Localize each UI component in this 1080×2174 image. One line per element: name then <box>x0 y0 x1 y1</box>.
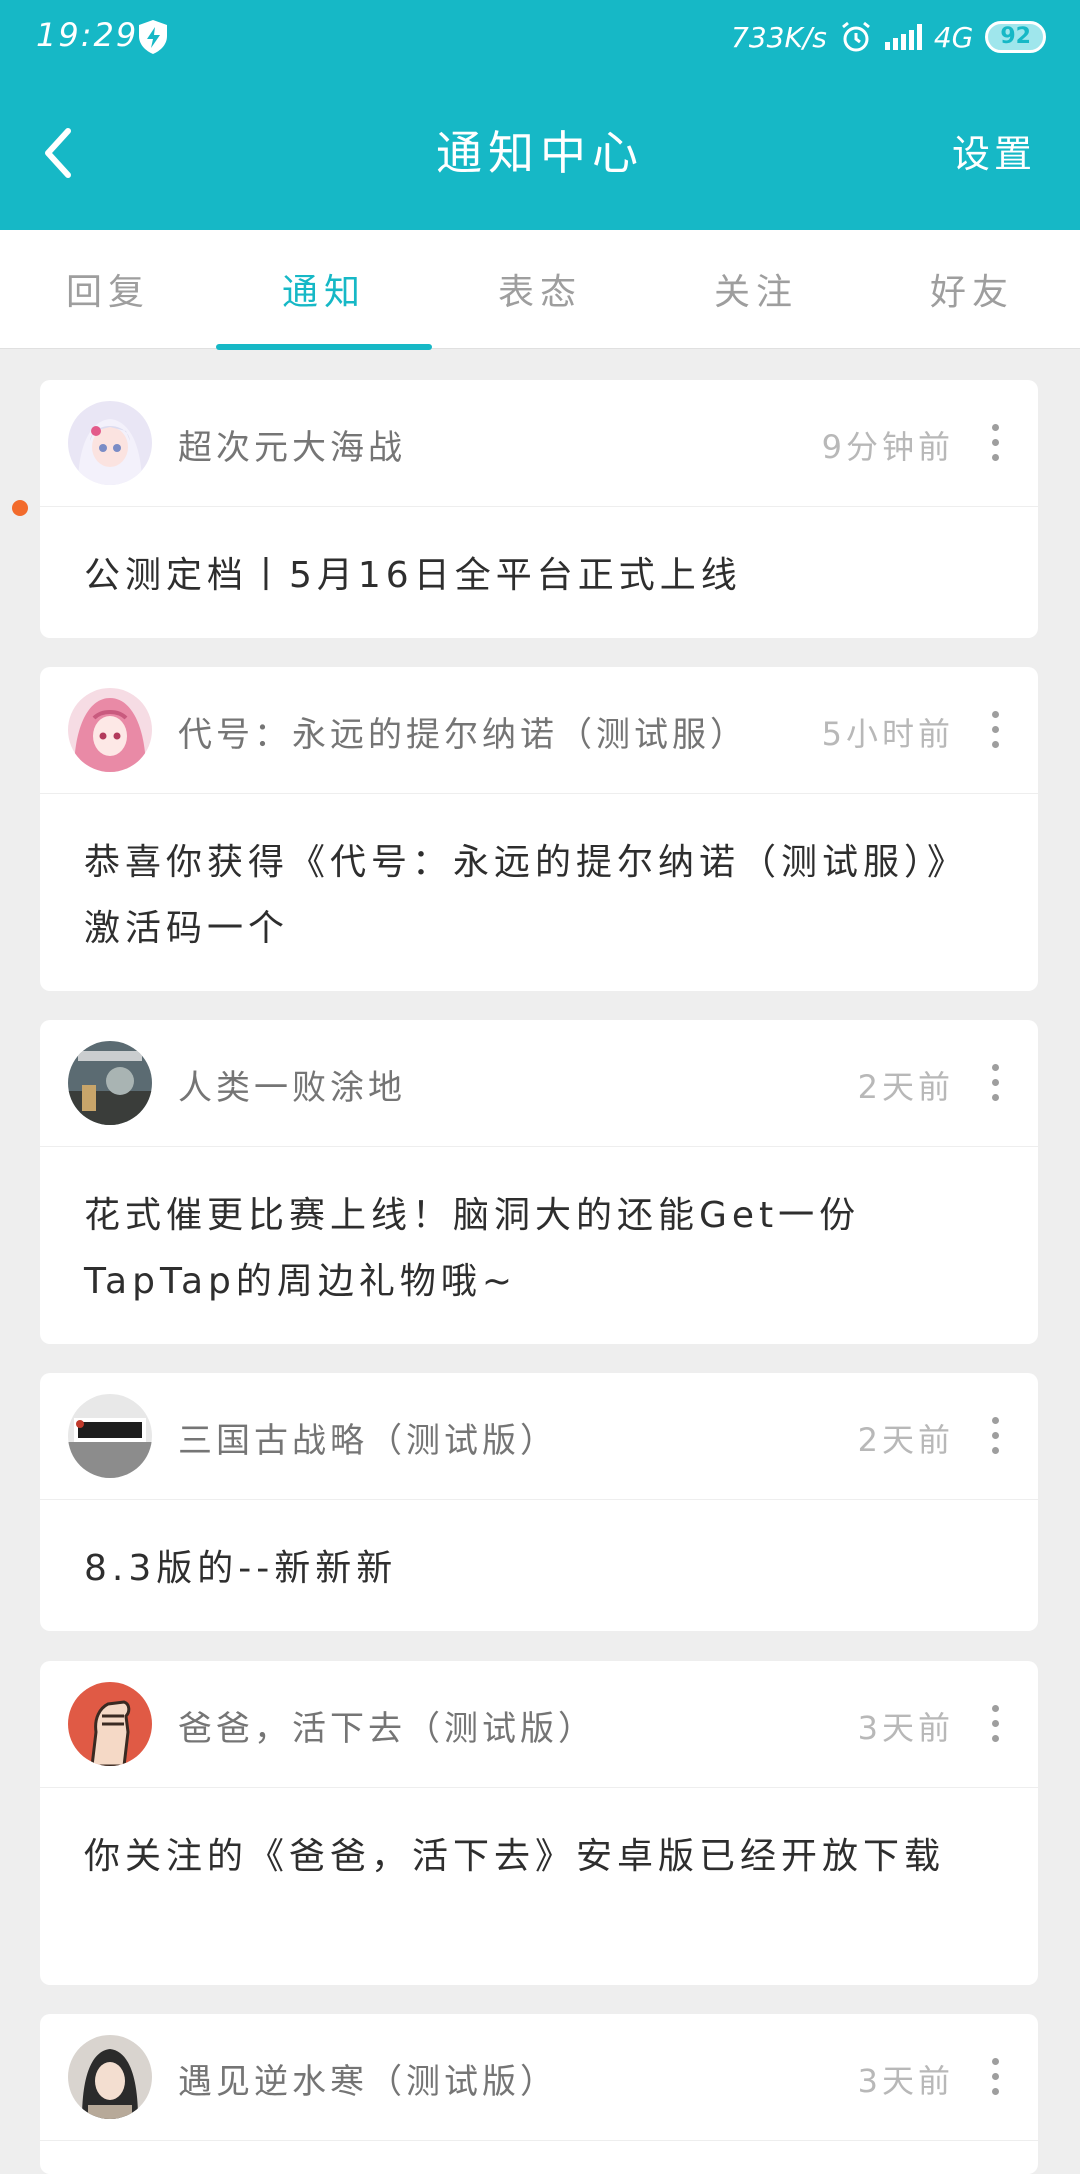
notification-time: 3天前 <box>857 1709 954 1747</box>
notification-body: 8.3版的--新新新 <box>84 1548 398 1589</box>
tab-replies[interactable]: 回复 <box>0 230 216 348</box>
game-avatar[interactable] <box>68 401 152 485</box>
security-shield-icon <box>139 20 167 54</box>
game-name: 人类一败涂地 <box>178 1068 406 1108</box>
game-name: 超次元大海战 <box>178 428 406 468</box>
notification-card[interactable]: 爸爸，活下去（测试版） 3天前 你关注的《爸爸，活下去》安卓版已经开放下载 <box>40 1661 1038 1985</box>
notification-card[interactable]: 遇见逆水寒（测试版） 3天前 <box>40 2014 1038 2174</box>
notification-time: 9分钟前 <box>821 428 954 466</box>
more-options-icon[interactable] <box>990 1064 1000 1104</box>
notification-card[interactable]: 人类一败涂地 2天前 花式催更比赛上线！脑洞大的还能Get一份TapTap的周边… <box>40 1020 1038 1344</box>
tab-friends[interactable]: 好友 <box>864 230 1080 348</box>
card-header: 代号：永远的提尔纳诺（测试服） 5小时前 <box>40 667 1038 794</box>
more-options-icon[interactable] <box>990 1417 1000 1457</box>
network-speed: 733K/s <box>731 20 827 54</box>
more-options-icon[interactable] <box>990 2058 1000 2098</box>
app-header: 通知中心 设置 <box>0 75 1080 230</box>
page-title: 通知中心 <box>436 126 644 180</box>
notification-body: 花式催更比赛上线！脑洞大的还能Get一份TapTap的周边礼物哦~ <box>84 1195 861 1302</box>
game-name: 遇见逆水寒（测试版） <box>178 2062 558 2102</box>
game-avatar[interactable] <box>68 688 152 772</box>
notification-card[interactable]: 超次元大海战 9分钟前 公测定档丨5月16日全平台正式上线 <box>40 380 1038 638</box>
game-name: 三国古战略（测试版） <box>178 1421 558 1461</box>
notification-body: 恭喜你获得《代号：永远的提尔纳诺（测试服）》激活码一个 <box>84 842 969 949</box>
card-header: 遇见逆水寒（测试版） 3天前 <box>40 2014 1038 2141</box>
status-time: 19:29 <box>36 16 139 54</box>
game-avatar[interactable] <box>68 1041 152 1125</box>
card-header: 超次元大海战 9分钟前 <box>40 380 1038 507</box>
settings-button[interactable]: 设置 <box>952 123 1036 178</box>
battery-indicator: 92 <box>985 21 1046 53</box>
game-name: 爸爸，活下去（测试版） <box>178 1709 596 1749</box>
status-bar: 19:29 733K/s 4G 92 <box>0 0 1080 75</box>
tab-follows[interactable]: 关注 <box>648 230 864 348</box>
notification-time: 3天前 <box>857 2062 954 2100</box>
tab-notifications[interactable]: 通知 <box>216 230 432 348</box>
game-avatar[interactable] <box>68 2035 152 2119</box>
game-avatar[interactable] <box>68 1394 152 1478</box>
notification-card[interactable]: 代号：永远的提尔纳诺（测试服） 5小时前 恭喜你获得《代号：永远的提尔纳诺（测试… <box>40 667 1038 991</box>
alarm-clock-icon <box>841 21 870 52</box>
notification-time: 2天前 <box>857 1421 954 1459</box>
more-options-icon[interactable] <box>990 1705 1000 1745</box>
notification-card[interactable]: 三国古战略（测试版） 2天前 8.3版的--新新新 <box>40 1373 1038 1631</box>
active-tab-indicator <box>216 344 432 350</box>
tab-reactions[interactable]: 表态 <box>432 230 648 348</box>
card-header: 人类一败涂地 2天前 <box>40 1020 1038 1147</box>
network-type: 4G <box>933 20 974 54</box>
status-right-group: 733K/s 4G 92 <box>731 14 1046 60</box>
game-avatar[interactable] <box>68 1682 152 1766</box>
notification-time: 2天前 <box>857 1068 954 1106</box>
notification-time: 5小时前 <box>821 715 954 753</box>
tab-bar: 回复 通知 表态 关注 好友 <box>0 230 1080 350</box>
more-options-icon[interactable] <box>990 424 1000 464</box>
cell-signal-icon <box>884 24 922 50</box>
more-options-icon[interactable] <box>990 711 1000 751</box>
notification-body: 你关注的《爸爸，活下去》安卓版已经开放下载 <box>84 1836 946 1877</box>
game-name: 代号：永远的提尔纳诺（测试服） <box>178 715 748 755</box>
notification-body: 公测定档丨5月16日全平台正式上线 <box>84 555 742 596</box>
unread-indicator <box>12 500 28 516</box>
card-header: 三国古战略（测试版） 2天前 <box>40 1373 1038 1500</box>
card-header: 爸爸，活下去（测试版） 3天前 <box>40 1661 1038 1788</box>
